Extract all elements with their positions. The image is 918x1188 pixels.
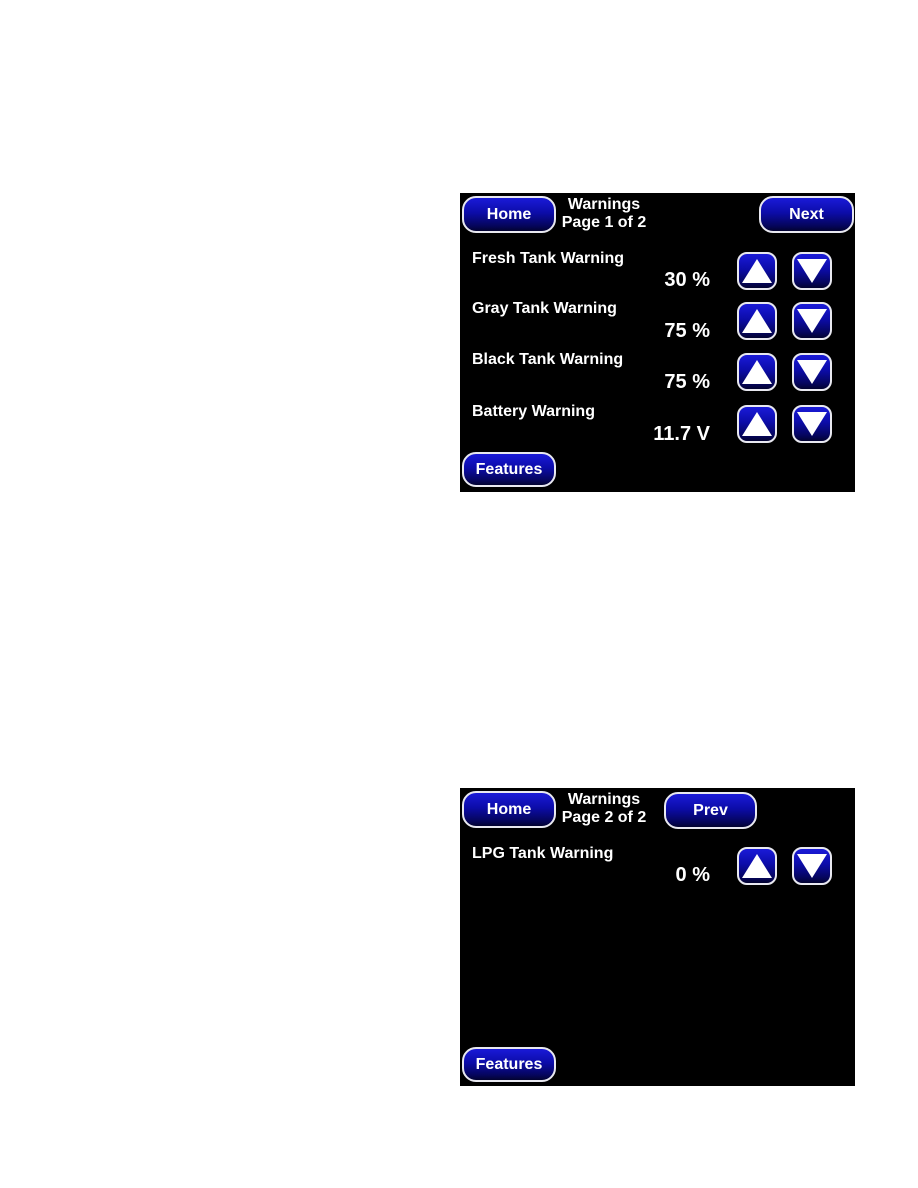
black-tank-decrease-button[interactable] (792, 353, 832, 391)
lpg-tank-warning-value: 0 % (675, 864, 710, 886)
battery-decrease-button[interactable] (792, 405, 832, 443)
warnings-screen-page-1: Home Warnings Page 1 of 2 Next Fresh Tan… (460, 193, 855, 492)
up-arrow-icon (742, 309, 772, 333)
gray-tank-warning-value: 75 % (664, 320, 710, 342)
features-button-label: Features (475, 460, 543, 478)
features-button[interactable]: Features (462, 452, 556, 487)
warnings-screen-page-2: Home Warnings Page 2 of 2 Prev LPG Tank … (460, 788, 855, 1086)
up-arrow-icon (742, 854, 772, 878)
home-button[interactable]: Home (462, 196, 556, 233)
gray-tank-increase-button[interactable] (737, 302, 777, 340)
black-tank-warning-label: Black Tank Warning (472, 351, 624, 368)
lpg-tank-decrease-button[interactable] (792, 847, 832, 885)
battery-warning-label: Battery Warning (472, 403, 595, 420)
home-button-label: Home (486, 800, 532, 818)
prev-button-label: Prev (693, 801, 728, 819)
battery-increase-button[interactable] (737, 405, 777, 443)
home-button-label: Home (486, 205, 532, 223)
down-arrow-icon (797, 360, 827, 384)
black-tank-warning-value: 75 % (664, 371, 710, 393)
page-title: Warnings Page 2 of 2 (556, 791, 652, 827)
up-arrow-icon (742, 259, 772, 283)
battery-warning-value: 11.7 V (653, 423, 710, 445)
features-button-label: Features (475, 1055, 543, 1073)
home-button[interactable]: Home (462, 791, 556, 828)
lpg-tank-warning-label: LPG Tank Warning (472, 845, 614, 862)
gray-tank-warning-label: Gray Tank Warning (472, 300, 617, 317)
down-arrow-icon (797, 309, 827, 333)
lpg-tank-increase-button[interactable] (737, 847, 777, 885)
features-button[interactable]: Features (462, 1047, 556, 1082)
next-button-label: Next (789, 205, 824, 223)
black-tank-increase-button[interactable] (737, 353, 777, 391)
page-title: Warnings Page 1 of 2 (556, 196, 652, 232)
page-title-line1: Warnings (567, 196, 641, 213)
page-indicator: Page 1 of 2 (561, 214, 647, 231)
up-arrow-icon (742, 412, 772, 436)
page-indicator: Page 2 of 2 (561, 809, 647, 826)
up-arrow-icon (742, 360, 772, 384)
next-button[interactable]: Next (759, 196, 854, 233)
fresh-tank-decrease-button[interactable] (792, 252, 832, 290)
down-arrow-icon (797, 854, 827, 878)
down-arrow-icon (797, 259, 827, 283)
gray-tank-decrease-button[interactable] (792, 302, 832, 340)
fresh-tank-increase-button[interactable] (737, 252, 777, 290)
fresh-tank-warning-label: Fresh Tank Warning (472, 250, 625, 267)
down-arrow-icon (797, 412, 827, 436)
page-title-line1: Warnings (567, 791, 641, 808)
fresh-tank-warning-value: 30 % (664, 269, 710, 291)
prev-button[interactable]: Prev (664, 792, 757, 829)
